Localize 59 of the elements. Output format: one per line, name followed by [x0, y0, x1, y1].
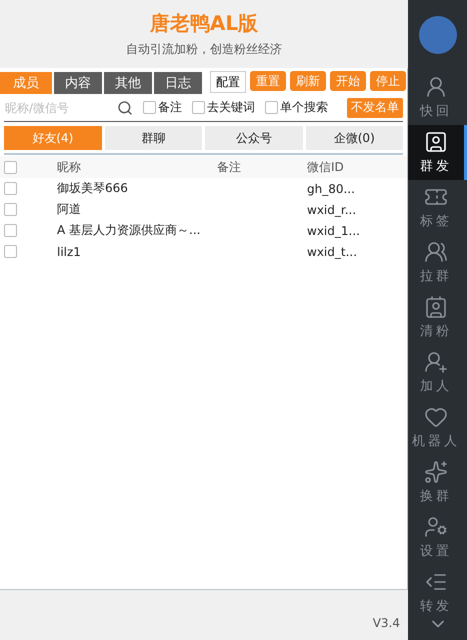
config-button[interactable]: 配置	[210, 71, 246, 93]
wechat-id-cell-text: wxid_r...	[307, 202, 358, 216]
person-icon	[424, 75, 448, 99]
wechat-id-cell-text: wxid_t...	[307, 244, 358, 258]
nickname-cell-text: A 基层人力资源供应商～...	[57, 222, 202, 239]
sidebar-item[interactable]: 机器人	[408, 400, 467, 455]
tab[interactable]: 成员	[0, 72, 52, 94]
search-icon[interactable]	[117, 100, 133, 116]
checkbox-label: 备注	[158, 99, 182, 116]
wechat-id-cell-text: wxid_1...	[307, 224, 361, 238]
sidebar-item[interactable]: 设置	[408, 510, 467, 565]
version-label: V3.4	[372, 616, 400, 630]
action-button[interactable]: 刷新	[290, 71, 326, 91]
nickname-cell-text: 御坂美琴666	[57, 180, 129, 197]
sidebar-item[interactable]: 群发	[408, 125, 467, 180]
contact-card-icon	[424, 295, 448, 319]
checkbox-label: 去关键词	[207, 99, 255, 116]
column-header: 昵称	[57, 158, 82, 176]
sidebar-item[interactable]: 快回	[408, 70, 467, 125]
checkbox[interactable]	[143, 101, 156, 114]
wechat-id-cell-text: gh_80...	[307, 182, 356, 196]
tab[interactable]: 其他	[104, 72, 152, 94]
sidebar-item[interactable]: 拉群	[408, 235, 467, 290]
column-header: 微信ID	[307, 158, 345, 176]
group-icon	[424, 240, 448, 264]
sparkle-icon	[424, 460, 448, 484]
action-button[interactable]: 重置	[250, 71, 286, 91]
sidebar-item[interactable]: 转发	[408, 565, 467, 620]
checkbox-label: 单个搜索	[280, 99, 328, 116]
column-header: 备注	[217, 158, 242, 176]
tab[interactable]: 内容	[54, 72, 102, 94]
heart-icon	[424, 405, 448, 429]
checkbox[interactable]	[192, 101, 205, 114]
sidebar-item[interactable]: 加人	[408, 345, 467, 400]
row-checkbox[interactable]	[4, 224, 17, 237]
row-checkbox[interactable]	[4, 203, 17, 216]
nickname-cell-text: 阿道	[57, 201, 82, 218]
action-button[interactable]: 停止	[370, 71, 406, 91]
tab[interactable]: 日志	[154, 72, 202, 94]
select-all-checkbox[interactable]	[4, 160, 17, 174]
nickname-cell-text: lilz1	[57, 244, 82, 258]
avatar[interactable]	[418, 16, 456, 54]
app-subtitle: 自动引流加粉，创造粉丝经济	[126, 41, 282, 58]
sidebar-item[interactable]: 清粉	[408, 290, 467, 345]
person-card-icon	[424, 130, 448, 154]
person-gear-icon	[424, 515, 448, 539]
row-checkbox[interactable]	[4, 245, 17, 258]
action-button[interactable]: 开始	[330, 71, 366, 91]
category-tab[interactable]: 好友(4)	[4, 126, 102, 150]
sidebar-item[interactable]: 标签	[408, 180, 467, 235]
checkbox[interactable]	[265, 101, 278, 114]
add-person-icon	[424, 350, 448, 374]
app-title: 唐老鸭AL版	[150, 10, 258, 37]
sidebar-item[interactable]: 换群	[408, 455, 467, 510]
category-tab[interactable]: 公众号	[205, 126, 302, 150]
category-tab[interactable]: 群聊	[104, 126, 202, 150]
row-checkbox[interactable]	[4, 182, 17, 195]
category-tab[interactable]: 企微(0)	[306, 126, 403, 150]
blacklist-button[interactable]: 不发名单	[347, 98, 403, 118]
